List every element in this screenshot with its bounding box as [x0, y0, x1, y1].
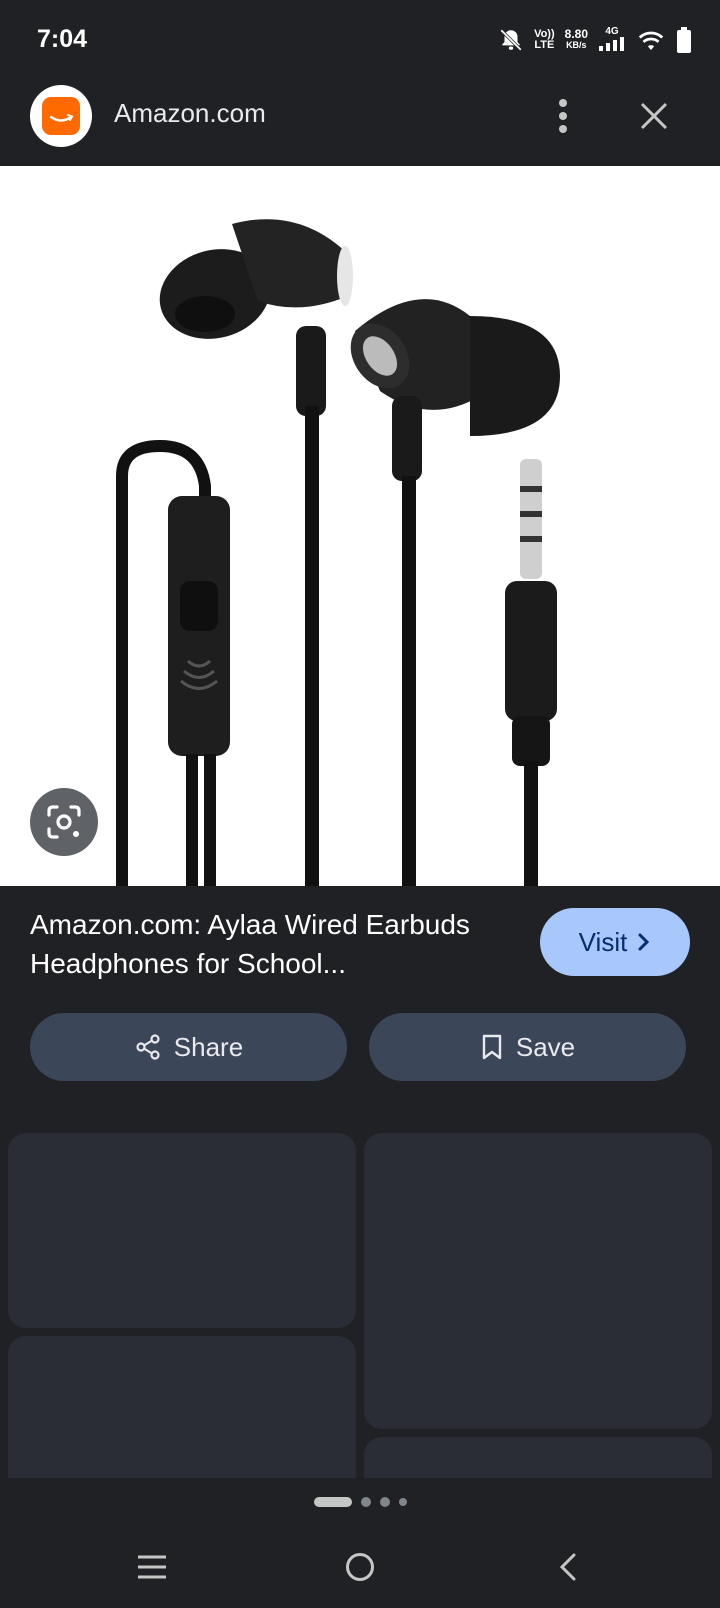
- share-button[interactable]: Share: [30, 1013, 347, 1081]
- header: Amazon.com: [0, 80, 720, 166]
- more-options-button[interactable]: [548, 96, 578, 136]
- status-bar: 7:04 Vo)) LTE 8.80 KB/s 4G: [0, 0, 720, 80]
- lens-icon: [47, 805, 81, 839]
- earbuds-image: [116, 219, 560, 886]
- speed-value: 8.80: [564, 27, 588, 41]
- speed-unit: KB/s: [566, 40, 587, 50]
- page-dot: [379, 1497, 390, 1507]
- page-indicator: [0, 1497, 720, 1507]
- page-dot: [398, 1498, 407, 1506]
- share-label: Share: [173, 1031, 244, 1062]
- amazon-logo-icon: [30, 85, 92, 147]
- close-button[interactable]: [634, 96, 674, 136]
- status-icons: Vo)) LTE 8.80 KB/s 4G: [498, 26, 692, 54]
- battery-icon: [677, 27, 691, 53]
- close-icon: [640, 102, 668, 130]
- more-vert-icon: [559, 99, 567, 133]
- recents-button[interactable]: [127, 1542, 177, 1592]
- chevron-right-icon: [638, 933, 650, 951]
- wifi-icon: [638, 31, 664, 50]
- back-button[interactable]: [543, 1542, 593, 1592]
- save-label: Save: [515, 1031, 576, 1062]
- status-time: 7:04: [37, 25, 88, 53]
- page-dot-active: [313, 1497, 352, 1507]
- home-icon: [346, 1553, 374, 1581]
- signal-indicator: 4G: [598, 26, 626, 54]
- speed-indicator: 8.80 KB/s: [564, 27, 588, 51]
- page-dot: [360, 1497, 371, 1507]
- related-result-card[interactable]: [8, 1133, 356, 1328]
- back-icon: [559, 1553, 576, 1581]
- volte-bottom: LTE: [534, 39, 555, 51]
- bell-off-icon: [500, 29, 522, 51]
- visit-button[interactable]: Visit: [540, 908, 690, 976]
- bookmark-icon: [482, 1034, 502, 1060]
- share-icon: [136, 1034, 160, 1060]
- recents-icon: [138, 1555, 166, 1579]
- home-button[interactable]: [335, 1542, 385, 1592]
- save-button[interactable]: Save: [369, 1013, 686, 1081]
- network-type: 4G: [605, 26, 619, 37]
- product-image[interactable]: [0, 166, 720, 886]
- volte-indicator: Vo)) LTE: [534, 29, 555, 51]
- visit-label: Visit: [578, 926, 628, 957]
- related-result-card[interactable]: [8, 1336, 356, 1496]
- lens-search-button[interactable]: [30, 788, 98, 856]
- site-title: Amazon.com: [114, 98, 266, 128]
- related-result-card[interactable]: [364, 1133, 712, 1429]
- signal-icon: [599, 37, 624, 51]
- result-title[interactable]: Amazon.com: Aylaa Wired Earbuds Headphon…: [30, 905, 510, 983]
